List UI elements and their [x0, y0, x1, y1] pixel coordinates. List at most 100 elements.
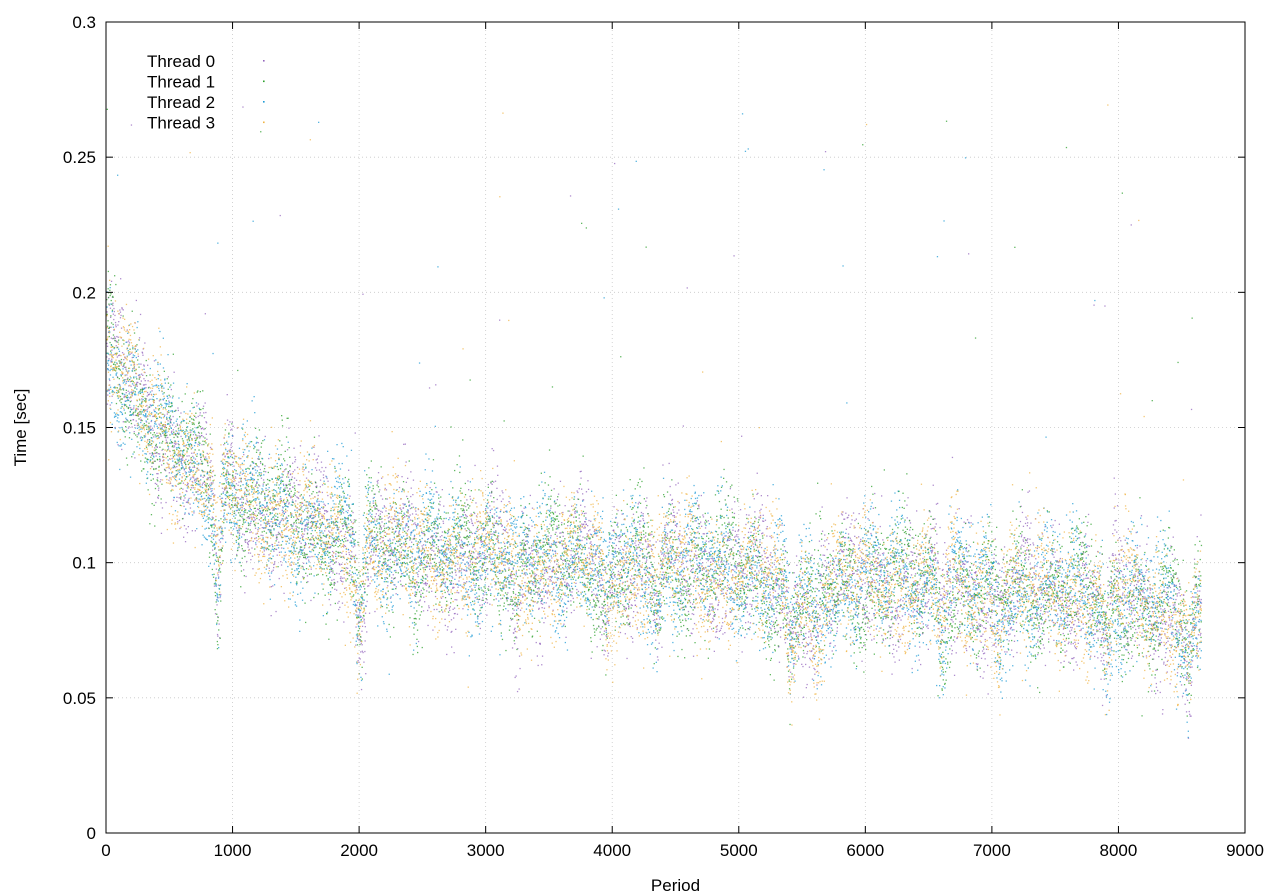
data-point	[447, 531, 450, 533]
data-point	[868, 627, 871, 629]
data-point	[192, 466, 194, 468]
data-point	[1059, 557, 1061, 560]
data-point	[820, 633, 823, 635]
data-point	[549, 565, 551, 567]
data-point	[424, 553, 427, 555]
data-point	[501, 524, 503, 527]
data-point	[426, 590, 428, 592]
data-point	[406, 530, 409, 532]
data-point	[819, 614, 821, 616]
data-point	[978, 628, 980, 630]
data-point	[968, 570, 971, 572]
data-point	[658, 642, 660, 644]
data-point	[273, 563, 276, 565]
data-point	[442, 611, 444, 613]
data-point	[131, 426, 133, 428]
data-point	[883, 552, 885, 554]
data-point	[374, 516, 376, 518]
data-point	[734, 530, 736, 532]
data-point	[284, 487, 286, 489]
data-point	[313, 514, 315, 517]
data-point	[554, 543, 557, 545]
data-point	[787, 612, 789, 614]
data-point	[116, 356, 118, 358]
data-point	[851, 519, 853, 521]
data-point	[983, 648, 985, 650]
data-point	[269, 503, 272, 505]
data-point	[171, 458, 173, 460]
data-point	[580, 470, 582, 472]
data-point	[972, 628, 974, 630]
data-point	[854, 519, 856, 522]
data-point	[191, 452, 193, 454]
data-point	[756, 592, 759, 595]
data-point	[220, 593, 222, 596]
data-point	[709, 603, 711, 605]
data-point	[844, 559, 846, 561]
data-point	[1086, 586, 1088, 588]
data-point	[1007, 610, 1009, 612]
data-point	[731, 508, 733, 510]
data-point	[347, 530, 349, 532]
data-point	[818, 616, 820, 618]
data-point	[747, 621, 749, 623]
data-point	[874, 609, 876, 611]
data-point	[350, 521, 353, 523]
data-point	[867, 626, 869, 628]
data-point	[898, 633, 900, 635]
data-point	[535, 641, 537, 644]
data-point	[150, 425, 152, 427]
data-point	[998, 605, 1000, 607]
data-point	[169, 420, 171, 422]
data-point	[436, 608, 438, 611]
data-point	[288, 427, 290, 429]
data-point	[1029, 527, 1031, 529]
data-point	[787, 564, 789, 567]
data-point	[252, 540, 254, 542]
data-point	[444, 581, 447, 583]
data-point	[1114, 584, 1116, 586]
data-point	[241, 507, 243, 509]
data-point	[145, 387, 147, 389]
data-point	[677, 568, 679, 570]
data-point	[215, 568, 218, 570]
data-point	[552, 568, 554, 570]
data-point	[249, 531, 251, 534]
data-point	[1109, 644, 1111, 646]
data-point	[293, 523, 295, 525]
data-point	[583, 527, 585, 529]
data-point	[959, 632, 961, 635]
data-point	[590, 657, 592, 659]
data-point	[256, 504, 258, 506]
data-point	[144, 435, 147, 437]
data-point	[203, 412, 205, 414]
data-point	[904, 612, 906, 614]
data-point	[846, 582, 848, 585]
data-point	[1023, 545, 1025, 547]
data-point	[253, 517, 256, 519]
data-point	[666, 535, 668, 537]
data-point	[827, 632, 830, 634]
data-point	[1069, 602, 1072, 604]
data-point	[939, 605, 941, 608]
data-point	[159, 424, 161, 427]
data-point	[876, 590, 878, 592]
data-point	[453, 652, 455, 654]
data-point	[637, 557, 639, 559]
data-point	[510, 577, 513, 579]
data-point	[1021, 544, 1023, 546]
data-point	[949, 602, 951, 604]
data-point	[928, 608, 931, 610]
data-point	[580, 477, 582, 479]
data-point	[114, 337, 116, 339]
data-point	[799, 605, 801, 608]
data-point	[664, 555, 667, 557]
data-point	[262, 483, 264, 485]
data-point	[279, 534, 282, 536]
data-point	[806, 683, 808, 686]
data-point	[130, 385, 132, 388]
data-point	[226, 419, 229, 421]
data-point	[701, 569, 703, 571]
data-point	[452, 583, 455, 585]
data-point	[740, 567, 742, 569]
